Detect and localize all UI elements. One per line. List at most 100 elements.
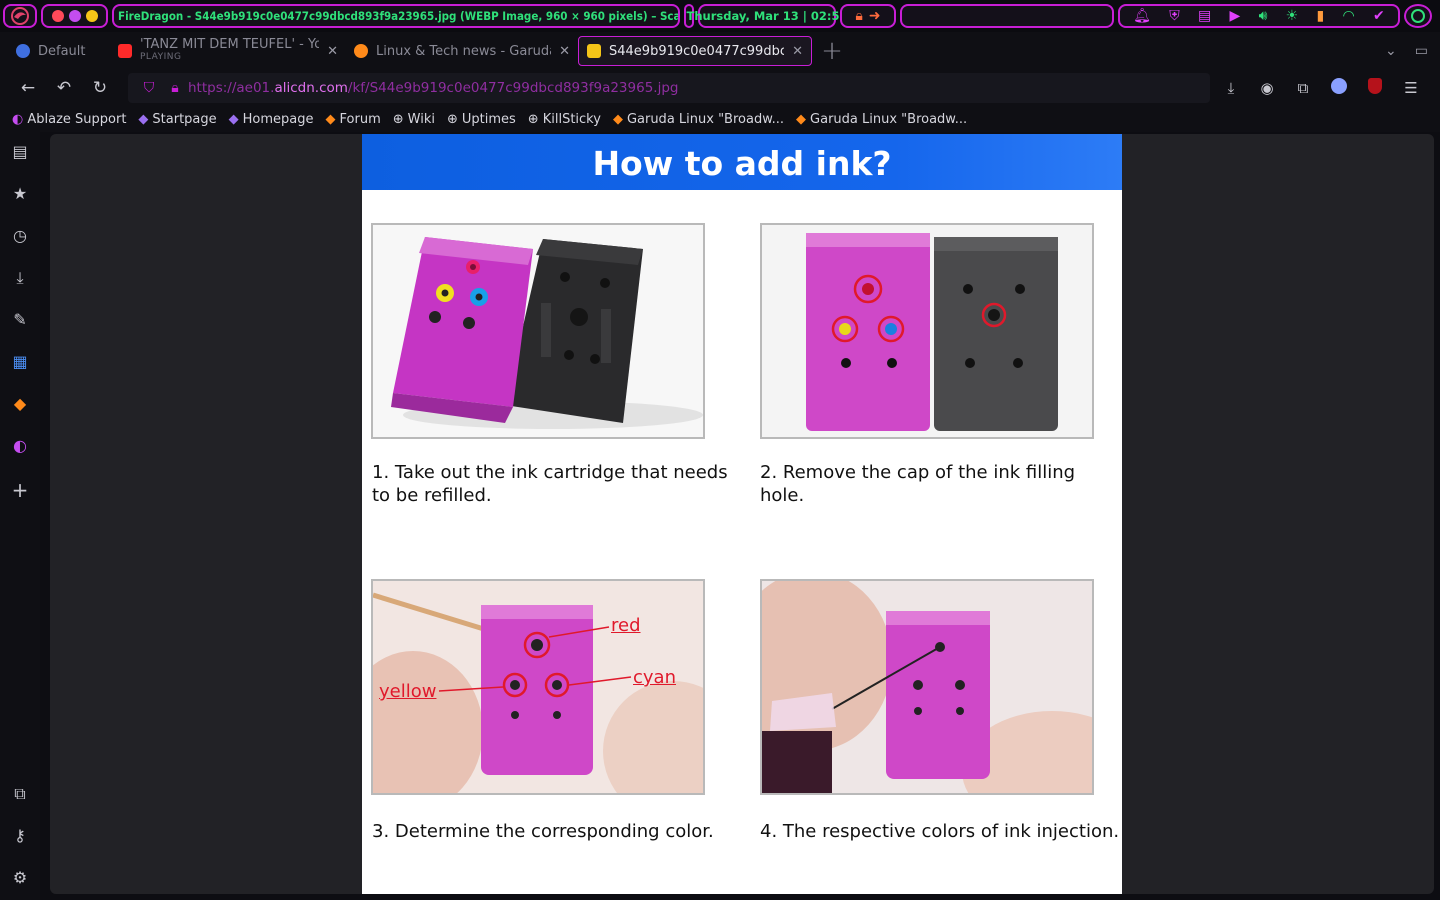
bookmark-killsticky[interactable]: ⊕ KillSticky — [528, 112, 601, 127]
bookmark-uptimes[interactable]: ⊕ Uptimes — [447, 112, 516, 127]
sidebar: ▤ ★ ◷ ⤓ ✎ ▦ ◆ ◐ + ⧉ ⚷ ⚙ — [0, 132, 40, 900]
system-panel: FireDragon - S44e9b919c0e0477c99dbcd893f… — [0, 0, 1440, 32]
brightness-icon[interactable]: ☀ — [1286, 9, 1299, 23]
reload-button[interactable]: ↻ — [82, 78, 118, 98]
undo-close-button[interactable]: ↶ — [46, 78, 82, 98]
cartridge-top-view-illustration — [762, 225, 1092, 437]
chevron-down-icon[interactable]: ✔ — [1373, 9, 1385, 23]
url-scheme: https://ae01. — [188, 80, 275, 96]
shield-icon[interactable]: ⛨ — [1169, 9, 1180, 23]
garuda-logo-button[interactable] — [3, 4, 37, 28]
photo-step-3: red cyan yellow — [371, 579, 705, 795]
logout-icon[interactable]: ➜ — [869, 9, 881, 23]
notification-bell-icon[interactable]: 🔔︎ — [1133, 9, 1151, 23]
url-bar[interactable]: ⛉ 🔒︎ https://ae01. alicdn.com/kf/S44e9b91… — [128, 73, 1210, 103]
bookmark-label: Forum — [339, 111, 381, 127]
bookmark-label: Garuda Linux "Broadw... — [626, 111, 785, 127]
sidebar-translate-icon[interactable]: ▦ — [0, 352, 40, 371]
bookmark-wiki[interactable]: ⊕ Wiki — [393, 112, 435, 127]
bookmark-label: Ablaze Support — [27, 111, 127, 127]
panel-taskbar — [900, 4, 1114, 28]
volume-icon[interactable]: 🔊︎ — [1259, 9, 1268, 23]
menu-icon[interactable]: ☰ — [1400, 79, 1422, 97]
account-icon[interactable]: ◉ — [1256, 79, 1278, 97]
close-tab-icon[interactable]: ✕ — [327, 44, 338, 59]
back-button[interactable]: ← — [10, 78, 46, 98]
system-tray: 🔔︎ ⛨ ▤ ▶ 🔊︎ ☀ ▮ ◠ ✔ — [1118, 4, 1400, 28]
bookmark-homepage[interactable]: ◆ Homepage — [229, 112, 314, 127]
clipboard-icon[interactable]: ▤ — [1198, 9, 1211, 23]
image-file-icon — [587, 44, 601, 58]
sidebar-edit-icon[interactable]: ✎ — [0, 310, 40, 329]
url-path: /kf/S44e9b919c0e0477c99dbcd893f9a23965.j… — [347, 80, 679, 96]
maximize-window-icon[interactable] — [68, 10, 81, 22]
downloads-icon[interactable]: ⤓ — [1220, 79, 1242, 97]
media-play-icon[interactable]: ▶ — [1230, 9, 1241, 23]
close-tab-icon[interactable]: ✕ — [559, 44, 570, 59]
list-all-tabs-icon[interactable]: ⌄ — [1385, 43, 1397, 59]
sidebar-downloads-icon[interactable]: ⤓ — [0, 268, 40, 288]
garuda-icon — [354, 44, 368, 58]
battery-icon[interactable]: ▮ — [1317, 9, 1325, 23]
navigation-bar: ← ↶ ↻ ⛉ 🔒︎ https://ae01. alicdn.com/kf/S4… — [0, 70, 1440, 106]
clock[interactable]: Thursday, Mar 13 | 02:58 — [686, 4, 848, 28]
minimize-window-icon[interactable] — [85, 10, 98, 22]
close-tab-icon[interactable]: ✕ — [792, 44, 803, 59]
close-window-icon[interactable] — [51, 10, 64, 22]
tab-active-image[interactable]: S44e9b919c0e0477c99dbcd893f9a23965.jpg ✕ — [578, 36, 812, 66]
sidebar-wallet-icon[interactable]: ▤ — [0, 142, 40, 161]
displayed-image[interactable]: How to add ink? 1. Take out the ink cart… — [362, 134, 1122, 894]
label-red: red — [611, 615, 641, 636]
new-tab-button[interactable]: + — [812, 36, 852, 66]
photo-step-4 — [760, 579, 1094, 795]
ink-injection-illustration — [762, 581, 1092, 793]
label-cyan: cyan — [633, 667, 676, 688]
session-controls: 🔒︎ ➜ — [840, 4, 896, 28]
tab-linux-news[interactable]: Linux & Tech news - Garuda ✕ — [346, 36, 578, 66]
bookmark-label: Homepage — [242, 111, 314, 127]
photo-step-1 — [371, 223, 705, 439]
tab-linux-label: Linux & Tech news - Garuda — [376, 43, 552, 59]
sidebar-history-icon[interactable]: ◷ — [0, 226, 40, 245]
power-button[interactable] — [1404, 4, 1432, 28]
tab-bar: Default 'TANZ MIT DEM TEUFEL' - YouTube … — [0, 32, 1440, 70]
sidebar-key-icon[interactable]: ⚷ — [0, 826, 40, 845]
container-indicator[interactable]: Default — [8, 36, 110, 66]
sidebar-garuda-icon[interactable]: ◆ — [0, 394, 40, 413]
bookmark-garuda-2[interactable]: ◆ Garuda Linux "Broadw... — [796, 112, 967, 127]
ablaze-icon: ◐ — [12, 111, 24, 127]
sidebar-bookmarks-icon[interactable]: ★ — [0, 184, 40, 203]
garuda-icon: ◆ — [612, 111, 623, 127]
caption-step-4: 4. The respective colors of ink injectio… — [760, 821, 1120, 842]
bookmark-label: Wiki — [407, 111, 435, 127]
bookmark-ablaze-support[interactable]: ◐ Ablaze Support — [12, 112, 126, 127]
youtube-icon — [118, 44, 132, 58]
tab-youtube[interactable]: 'TANZ MIT DEM TEUFEL' - YouTube PLAYING … — [110, 36, 346, 66]
lock-icon[interactable]: 🔒︎ — [162, 80, 188, 96]
extensions-icon[interactable]: ⧉ — [1292, 79, 1314, 97]
window-controls — [41, 4, 108, 28]
sidebar-add-icon[interactable]: + — [0, 478, 40, 502]
globe-icon: ⊕ — [527, 111, 539, 127]
tab-groups-icon[interactable]: ▭ — [1415, 43, 1428, 59]
bookmarks-toolbar: ◐ Ablaze Support ◆ Startpage ◆ Homepage ◆ Fo… — [0, 106, 1440, 132]
bookmark-garuda-1[interactable]: ◆ Garuda Linux "Broadw... — [613, 112, 784, 127]
profile-avatar[interactable] — [1328, 78, 1350, 98]
wifi-icon[interactable]: ◠ — [1343, 9, 1355, 23]
window-title: FireDragon - S44e9b919c0e0477c99dbcd893f… — [112, 4, 680, 28]
bookmark-label: Garuda Linux "Broadw... — [810, 111, 968, 127]
caption-step-3: 3. Determine the corresponding color. — [372, 821, 714, 842]
bookmark-label: KillSticky — [542, 111, 601, 127]
container-icon — [16, 44, 30, 58]
container-label: Default — [38, 43, 86, 59]
bookmark-startpage[interactable]: ◆ Startpage — [138, 112, 216, 127]
tracking-shield-icon[interactable]: ⛉ — [136, 80, 162, 96]
ublock-icon[interactable] — [1364, 78, 1386, 98]
tab-youtube-label: 'TANZ MIT DEM TEUFEL' - YouTube — [140, 38, 320, 51]
lock-screen-icon[interactable]: 🔒︎ — [855, 9, 862, 23]
image-viewer: How to add ink? 1. Take out the ink cart… — [50, 134, 1434, 894]
sidebar-extensions-icon[interactable]: ⧉ — [0, 784, 40, 804]
sidebar-ablaze-icon[interactable]: ◐ — [0, 436, 40, 455]
bookmark-forum[interactable]: ◆ Forum — [326, 112, 381, 127]
sidebar-settings-icon[interactable]: ⚙ — [0, 868, 40, 887]
